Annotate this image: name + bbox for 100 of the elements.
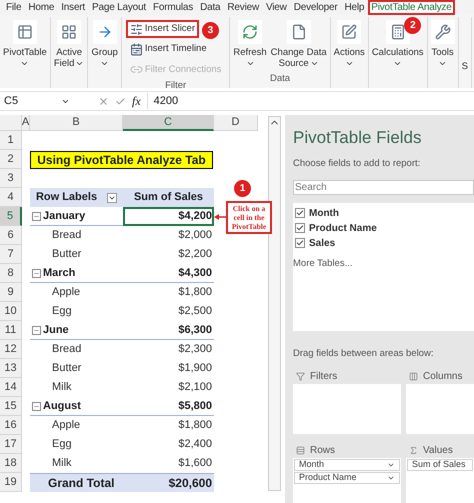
row-number[interactable]: 18	[0, 454, 22, 473]
menu-tab[interactable]: Page Layout	[89, 0, 149, 15]
checkbox[interactable]	[295, 238, 305, 248]
row-number[interactable]: 19	[0, 473, 22, 492]
name-box[interactable]: C5	[2, 93, 72, 109]
value-cell-text: $2,400	[177, 437, 213, 452]
menu-tab[interactable]: View	[262, 0, 290, 15]
ribbon-button[interactable]: S	[460, 47, 469, 88]
group-label: January	[43, 208, 86, 224]
row-number[interactable]: 4	[0, 188, 22, 207]
filter-dropdown-icon[interactable]	[107, 192, 118, 202]
field-label[interactable]: Month	[309, 206, 339, 221]
drag-hint: Drag fields between areas below:	[293, 346, 434, 361]
menu-tab[interactable]: Help	[341, 0, 368, 15]
step-badge: 3	[202, 22, 219, 39]
more-tables-link[interactable]: More Tables...	[293, 256, 474, 271]
checkbox[interactable]	[295, 223, 305, 234]
value-cell: $20,600	[123, 473, 214, 492]
group-label: June	[43, 322, 69, 338]
slicer-icon	[130, 22, 143, 36]
scrollbar[interactable]	[268, 116, 281, 491]
value-cell[interactable]: $4,200	[123, 207, 214, 226]
table-icon	[16, 24, 33, 40]
column-header[interactable]: C	[123, 115, 214, 131]
row-number[interactable]: 14	[0, 378, 22, 397]
menu-tab[interactable]: Home	[25, 0, 58, 15]
collapse-icon[interactable]	[32, 326, 41, 334]
menu-tab[interactable]: Formulas	[150, 0, 196, 15]
menu-tab[interactable]: File	[3, 0, 24, 15]
pivot-header-cell: Sum of Sales	[123, 188, 214, 207]
row-number[interactable]: 9	[0, 283, 22, 302]
column-header[interactable]: A	[22, 115, 30, 131]
value-cell-text: $1,800	[177, 285, 213, 300]
ribbon-button[interactable]: Group	[90, 17, 119, 88]
area-field-chip[interactable]: Sum of Sales	[407, 459, 473, 471]
refresh-icon	[242, 24, 258, 40]
menu-tab[interactable]: Data	[197, 0, 224, 15]
checkbox[interactable]	[295, 208, 305, 218]
row-label-cell-text: Bread	[51, 342, 82, 358]
collapse-icon[interactable]	[32, 402, 41, 410]
ribbon-button[interactable]: Tools	[430, 17, 456, 88]
ribbon-button[interactable]: Change Data Source	[270, 17, 328, 72]
menu-tab[interactable]: PivotTable Analyze	[368, 0, 455, 15]
row-number[interactable]: 15	[0, 397, 22, 416]
ribbon-button[interactable]: Active Field	[52, 17, 86, 88]
formula-field[interactable]: 4200	[146, 93, 472, 109]
drop-area[interactable]: Sum of Sales	[406, 458, 474, 503]
value-cell-text: $1,600	[177, 456, 213, 472]
row-label-cell-text: Milk	[51, 456, 73, 472]
value-cell-text: $2,000	[177, 228, 213, 244]
field-label[interactable]: Sales	[309, 236, 336, 251]
menu-tab[interactable]: Insert	[58, 0, 88, 15]
row-number[interactable]: 7	[0, 245, 22, 264]
ribbon-button[interactable]: Actions	[332, 17, 366, 88]
filter-icon	[296, 372, 305, 380]
search-field[interactable]: Search	[293, 180, 474, 195]
pencil-icon	[341, 24, 358, 40]
area-field-chip[interactable]: Month	[294, 459, 400, 471]
row-label-cell-text: Egg	[51, 437, 73, 452]
row-number[interactable]: 3	[0, 169, 22, 188]
area-label: Values	[423, 444, 453, 458]
area-field-chip[interactable]: Product Name	[294, 472, 400, 484]
row-number[interactable]: 5	[0, 207, 22, 226]
grid-icon	[61, 24, 78, 40]
ribbon-button[interactable]: Refresh	[232, 17, 268, 72]
row-number[interactable]: 8	[0, 264, 22, 283]
collapse-icon[interactable]	[32, 212, 41, 220]
sheet-title: Using PivotTable Analyze Tab	[30, 150, 213, 168]
field-label[interactable]: Product Name	[309, 220, 377, 236]
row-number[interactable]: 12	[0, 340, 22, 359]
row-label-cell-text: Apple	[51, 285, 82, 300]
collapse-icon[interactable]	[32, 268, 41, 278]
cancel-icon[interactable]	[98, 96, 109, 106]
row-number[interactable]: 10	[0, 302, 22, 321]
value-cell-text: $2,500	[177, 304, 213, 320]
group-label: Data	[268, 72, 292, 86]
ribbon-button[interactable]: Insert Slicer	[126, 20, 199, 38]
row-number[interactable]: 13	[0, 359, 22, 378]
calculator-icon	[390, 24, 406, 40]
row-label-cell-text: Apple	[51, 418, 82, 434]
sigma-icon	[409, 446, 418, 454]
row-number[interactable]: 6	[0, 226, 22, 245]
row-number[interactable]: 16	[0, 416, 22, 435]
column-header[interactable]: D	[214, 115, 258, 131]
row-number[interactable]: 11	[0, 321, 22, 340]
value-cell-text: $2,100	[177, 380, 213, 396]
row-number[interactable]: 17	[0, 435, 22, 454]
drop-area[interactable]: Month Product Name	[293, 458, 401, 503]
menu-tab[interactable]: Review	[224, 0, 262, 15]
group-label: March	[43, 266, 76, 281]
enter-icon[interactable]	[115, 96, 126, 106]
ribbon-button[interactable]: Insert Timeline	[126, 40, 211, 58]
function-button[interactable]: fx	[132, 92, 141, 110]
row-number[interactable]: 1	[0, 131, 22, 150]
ribbon-button[interactable]: PivotTable	[2, 17, 48, 88]
row-number[interactable]: 2	[0, 150, 22, 169]
row-label-cell-text: Butter	[51, 247, 82, 262]
wrench-icon	[434, 24, 451, 40]
menu-tab[interactable]: Developer	[290, 0, 340, 15]
row-label-cell-text: Egg	[51, 304, 73, 320]
